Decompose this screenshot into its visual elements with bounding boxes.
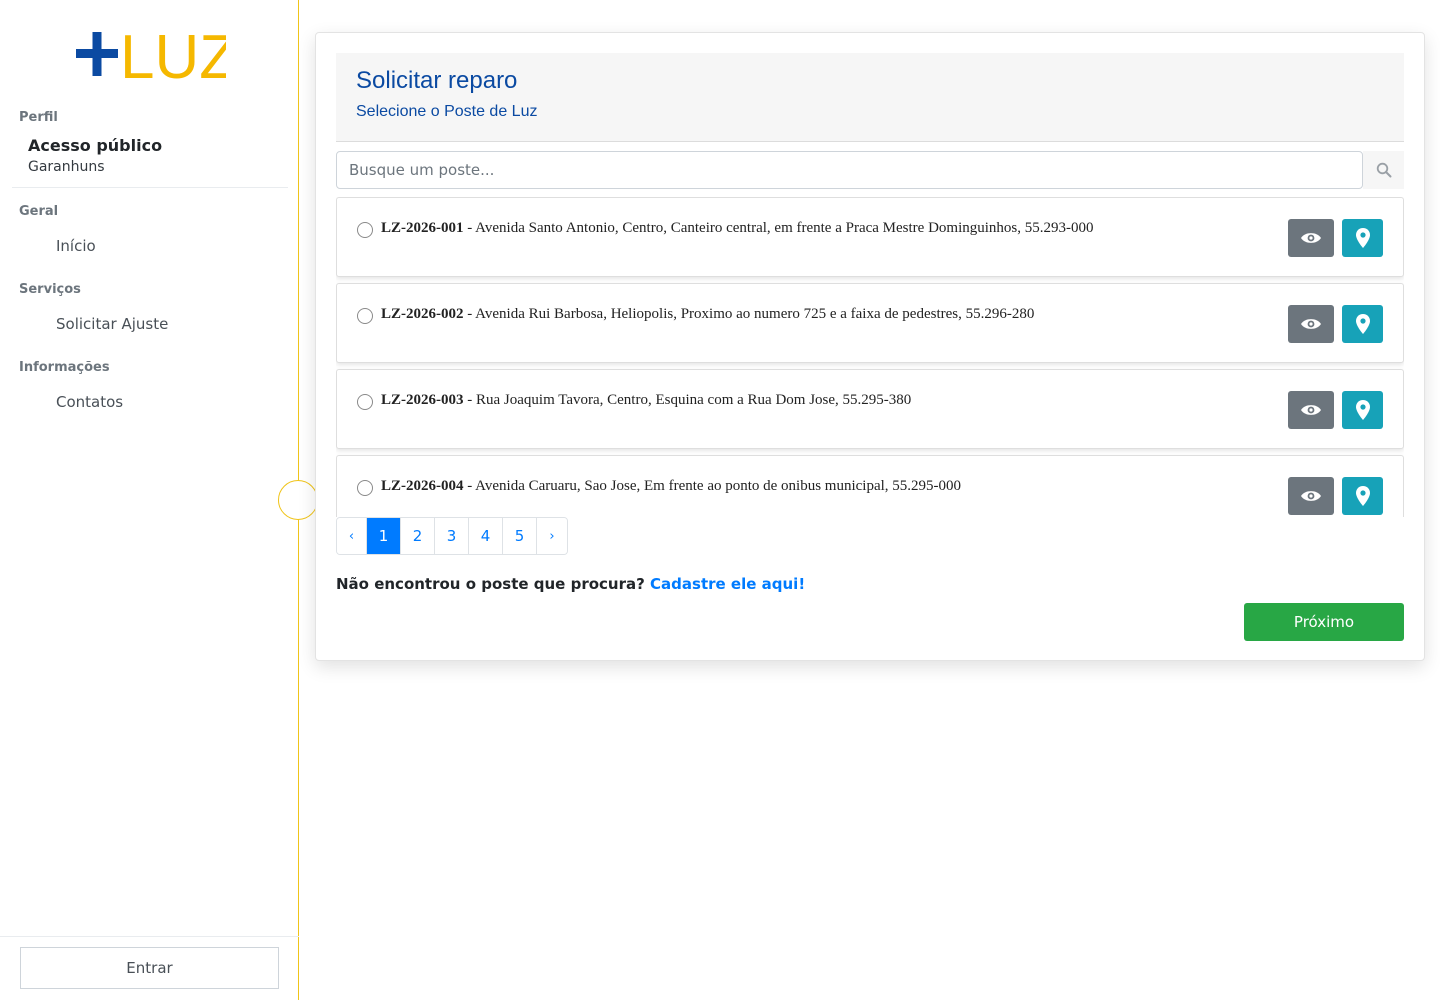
pole-address: - Rua Joaquim Tavora, Centro, Esquina co… [463,392,912,408]
repair-request-card: Solicitar reparo Selecione o Poste de Lu… [315,32,1425,661]
pagination-page-1[interactable]: 1 [367,518,401,554]
map-pin-icon [1355,400,1370,420]
page-subtitle: Selecione o Poste de Luz [356,103,538,120]
pole-list-item[interactable]: LZ-2026-001 - Avenida Santo Antonio, Cen… [336,197,1404,277]
sidebar-item-solicitar-ajuste[interactable]: Solicitar Ajuste [56,315,168,333]
pagination-page-4[interactable]: 4 [469,518,503,554]
pole-list-item[interactable]: LZ-2026-004 - Avenida Caruaru, Sao Jose,… [336,455,1404,517]
pagination: ‹ 1 2 3 4 5 › [336,517,568,555]
pole-radio[interactable] [357,222,373,238]
map-pole-button[interactable] [1342,477,1383,515]
section-label-informacoes: Informações [19,360,110,375]
pole-list: LZ-2026-001 - Avenida Santo Antonio, Cen… [336,197,1404,517]
section-label-servicos: Serviços [19,282,81,297]
pole-radio[interactable] [357,308,373,324]
pole-code: LZ-2026-002 [381,306,464,322]
pole-code: LZ-2026-001 [381,220,464,236]
pole-address: - Avenida Caruaru, Sao Jose, Em frente a… [463,478,962,494]
login-button[interactable]: Entrar [20,947,279,989]
pole-address: - Avenida Santo Antonio, Centro, Canteir… [463,220,1094,236]
profile-city: Garanhuns [28,159,105,175]
next-button[interactable]: Próximo [1244,603,1404,641]
pagination-next[interactable]: › [537,518,567,554]
card-header: Solicitar reparo Selecione o Poste de Lu… [336,53,1404,142]
pagination-page-5[interactable]: 5 [503,518,537,554]
map-pole-button[interactable] [1342,305,1383,343]
pole-description: LZ-2026-002 - Avenida Rui Barbosa, Helio… [381,306,1034,323]
eye-icon [1301,405,1321,415]
pole-radio[interactable] [357,480,373,496]
pagination-page-3[interactable]: 3 [435,518,469,554]
map-pin-icon [1355,486,1370,506]
view-pole-button[interactable] [1288,391,1334,429]
search-icon [1376,162,1391,178]
map-pin-icon [1355,228,1370,248]
pole-list-item[interactable]: LZ-2026-003 - Rua Joaquim Tavora, Centro… [336,369,1404,449]
luz-logo[interactable]: LUZ [74,28,226,82]
sidebar-bottom-divider [0,936,299,937]
not-found-message: Não encontrou o poste que procura? Cadas… [336,575,805,593]
profile-divider [12,187,288,188]
pole-description: LZ-2026-003 - Rua Joaquim Tavora, Centro… [381,392,911,409]
profile-name: Acesso público [28,136,163,155]
sidebar: LUZ Perfil Acesso público Garanhuns Gera… [0,0,299,1000]
eye-icon [1301,233,1321,243]
map-pole-button[interactable] [1342,391,1383,429]
not-found-text: Não encontrou o poste que procura? [336,575,645,593]
view-pole-button[interactable] [1288,219,1334,257]
search-button[interactable] [1363,151,1404,189]
logo-text: LUZ [120,28,226,82]
pagination-page-2[interactable]: 2 [401,518,435,554]
pole-code: LZ-2026-004 [381,478,464,494]
sidebar-item-inicio[interactable]: Início [56,237,96,255]
map-pole-button[interactable] [1342,219,1383,257]
sidebar-item-contatos[interactable]: Contatos [56,393,123,411]
map-pin-icon [1355,314,1370,334]
eye-icon [1301,491,1321,501]
pole-address: - Avenida Rui Barbosa, Heliopolis, Proxi… [463,306,1035,322]
pole-description: LZ-2026-004 - Avenida Caruaru, Sao Jose,… [381,478,961,495]
pole-code: LZ-2026-003 [381,392,464,408]
eye-icon [1301,319,1321,329]
section-label-geral: Geral [19,204,59,219]
view-pole-button[interactable] [1288,305,1334,343]
page-title: Solicitar reparo [356,67,518,94]
search-input[interactable] [336,151,1363,189]
pole-list-item[interactable]: LZ-2026-002 - Avenida Rui Barbosa, Helio… [336,283,1404,363]
view-pole-button[interactable] [1288,477,1334,515]
pole-radio[interactable] [357,394,373,410]
profile-section-label: Perfil [19,110,58,125]
pagination-prev[interactable]: ‹ [337,518,367,554]
pole-description: LZ-2026-001 - Avenida Santo Antonio, Cen… [381,220,1094,237]
sidebar-toggle-handle[interactable] [278,480,318,520]
register-pole-link[interactable]: Cadastre ele aqui! [650,575,805,593]
